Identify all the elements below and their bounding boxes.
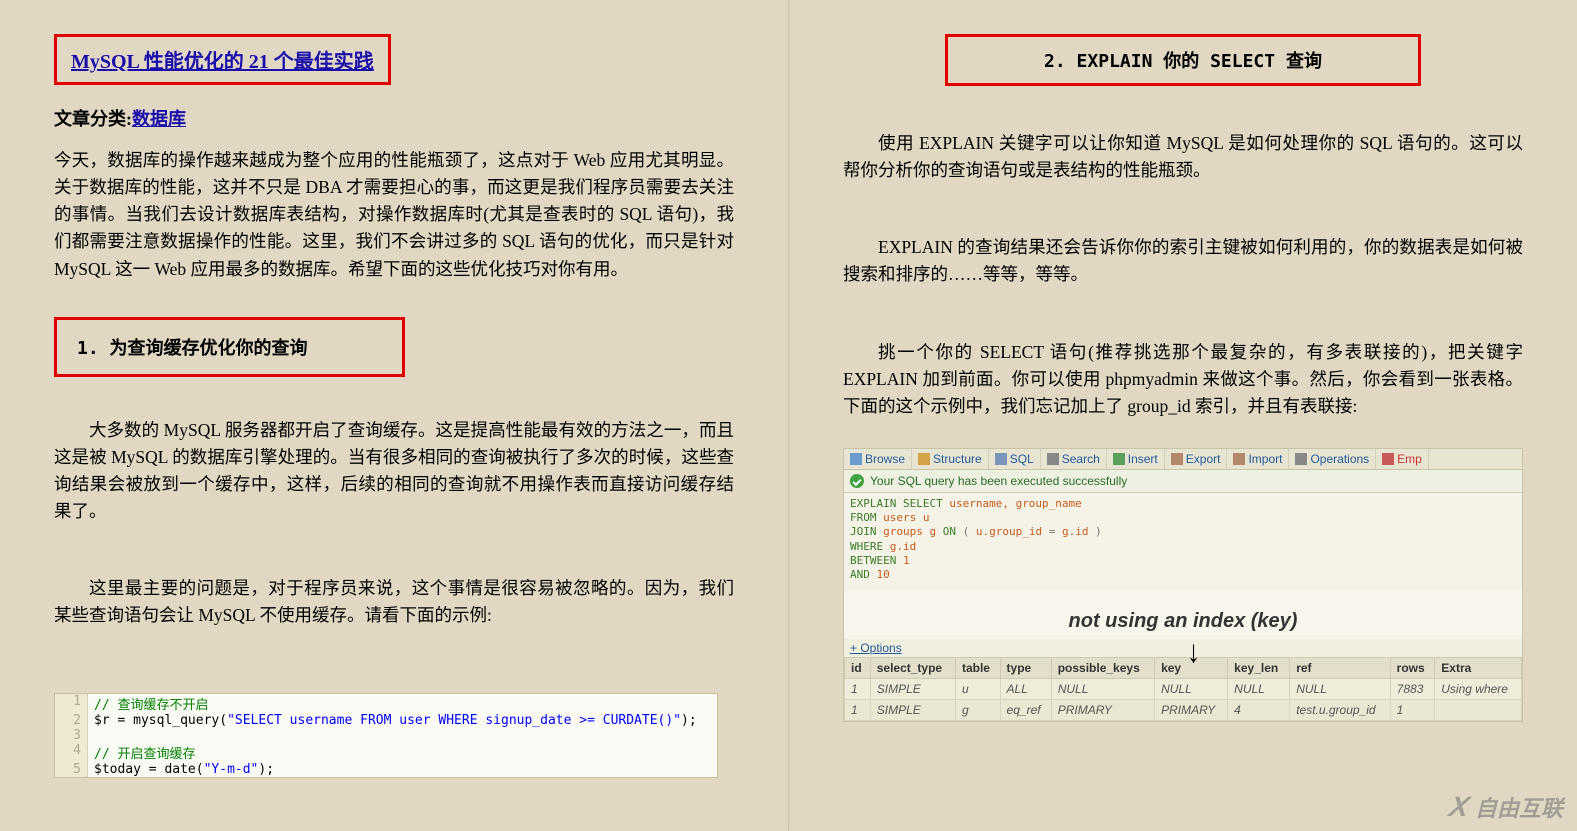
tab-import[interactable]: Import: [1227, 449, 1289, 469]
section-2-heading-box: 2. EXPLAIN 你的 SELECT 查询: [945, 34, 1421, 86]
import-icon: [1233, 453, 1245, 465]
section-1-heading: 1. 为查询缓存优化你的查询: [77, 338, 308, 359]
section-2-p2: EXPLAIN 的查询结果还会告诉你你的索引主键被如何利用的，你的数据表是如何被…: [843, 234, 1523, 288]
tab-sql[interactable]: SQL: [989, 449, 1041, 469]
tab-insert[interactable]: Insert: [1107, 449, 1165, 469]
empty-icon: [1382, 453, 1394, 465]
sql-success-text: Your SQL query has been executed success…: [870, 474, 1127, 488]
pma-tabs: Browse Structure SQL Search Insert Expor…: [844, 449, 1522, 470]
code-l3: [88, 728, 94, 743]
intro-paragraph: 今天，数据库的操作越来越成为整个应用的性能瓶颈了，这点对于 Web 应用尤其明显…: [54, 147, 734, 283]
arrow-down-icon: ↓: [1187, 629, 1200, 673]
category-link[interactable]: 数据库: [132, 109, 186, 129]
table-header-row: idselect_typetabletypepossible_keyskeyke…: [845, 657, 1522, 678]
page-left: MySQL 性能优化的 21 个最佳实践 文章分类:数据库 今天，数据库的操作越…: [0, 0, 788, 831]
table-row: 1SIMPLEgeq_refPRIMARYPRIMARY4test.u.grou…: [845, 699, 1522, 720]
sql-success-bar: Your SQL query has been executed success…: [844, 470, 1522, 493]
code-l1: // 查询缓存不开启: [94, 698, 208, 713]
code-l2: $r = mysql_query("SELECT username FROM u…: [88, 713, 697, 728]
options-link[interactable]: + Options: [844, 639, 1522, 657]
section-1-p2: 这里最主要的问题是，对于程序员来说，这个事情是很容易被忽略的。因为，我们某些查询…: [54, 575, 734, 629]
page-right: 2. EXPLAIN 你的 SELECT 查询 使用 EXPLAIN 关键字可以…: [789, 0, 1577, 831]
tab-export[interactable]: Export: [1165, 449, 1228, 469]
table-icon: [850, 453, 862, 465]
tab-search[interactable]: Search: [1041, 449, 1107, 469]
watermark-icon: X: [1447, 791, 1472, 823]
export-icon: [1171, 453, 1183, 465]
tab-browse[interactable]: Browse: [844, 449, 912, 469]
tab-structure[interactable]: Structure: [912, 449, 989, 469]
sql-icon: [995, 453, 1007, 465]
section-2-p3: 挑一个你的 SELECT 语句(推荐挑选那个最复杂的，有多表联接的)，把关键字 …: [843, 339, 1523, 420]
insert-icon: [1113, 453, 1125, 465]
phpmyadmin-panel: Browse Structure SQL Search Insert Expor…: [843, 448, 1523, 722]
watermark-text: 自由互联: [1475, 791, 1563, 823]
structure-icon: [918, 453, 930, 465]
tab-operations[interactable]: Operations: [1289, 449, 1376, 469]
section-1-heading-box: 1. 为查询缓存优化你的查询: [54, 317, 405, 377]
explain-result-table: idselect_typetabletypepossible_keyskeyke…: [844, 657, 1522, 721]
annotation-no-index: not using an index (key) ↓: [844, 589, 1522, 639]
code-l4: // 开启查询缓存: [94, 747, 195, 762]
table-row: 1SIMPLEuALLNULLNULLNULLNULL7883Using whe…: [845, 678, 1522, 699]
check-icon: [850, 474, 864, 488]
article-title-link[interactable]: MySQL 性能优化的 21 个最佳实践: [71, 51, 374, 73]
operations-icon: [1295, 453, 1307, 465]
sql-query-text: EXPLAIN SELECT username, group_name FROM…: [844, 493, 1522, 589]
section-2-p1: 使用 EXPLAIN 关键字可以让你知道 MySQL 是如何处理你的 SQL 语…: [843, 130, 1523, 184]
category-line: 文章分类:数据库: [54, 105, 734, 131]
watermark: X 自由互联: [1450, 791, 1563, 823]
article-title-box: MySQL 性能优化的 21 个最佳实践: [54, 34, 391, 85]
section-2-heading: 2. EXPLAIN 你的 SELECT 查询: [1044, 51, 1322, 72]
code-example-1: 1// 查询缓存不开启 2$r = mysql_query("SELECT us…: [54, 693, 718, 778]
tab-empty[interactable]: Emp: [1376, 449, 1429, 469]
search-icon: [1047, 453, 1059, 465]
category-label: 文章分类:: [54, 109, 132, 129]
section-1-p1: 大多数的 MySQL 服务器都开启了查询缓存。这是提高性能最有效的方法之一，而且…: [54, 417, 734, 526]
code-l5: $today = date("Y-m-d");: [88, 762, 274, 777]
